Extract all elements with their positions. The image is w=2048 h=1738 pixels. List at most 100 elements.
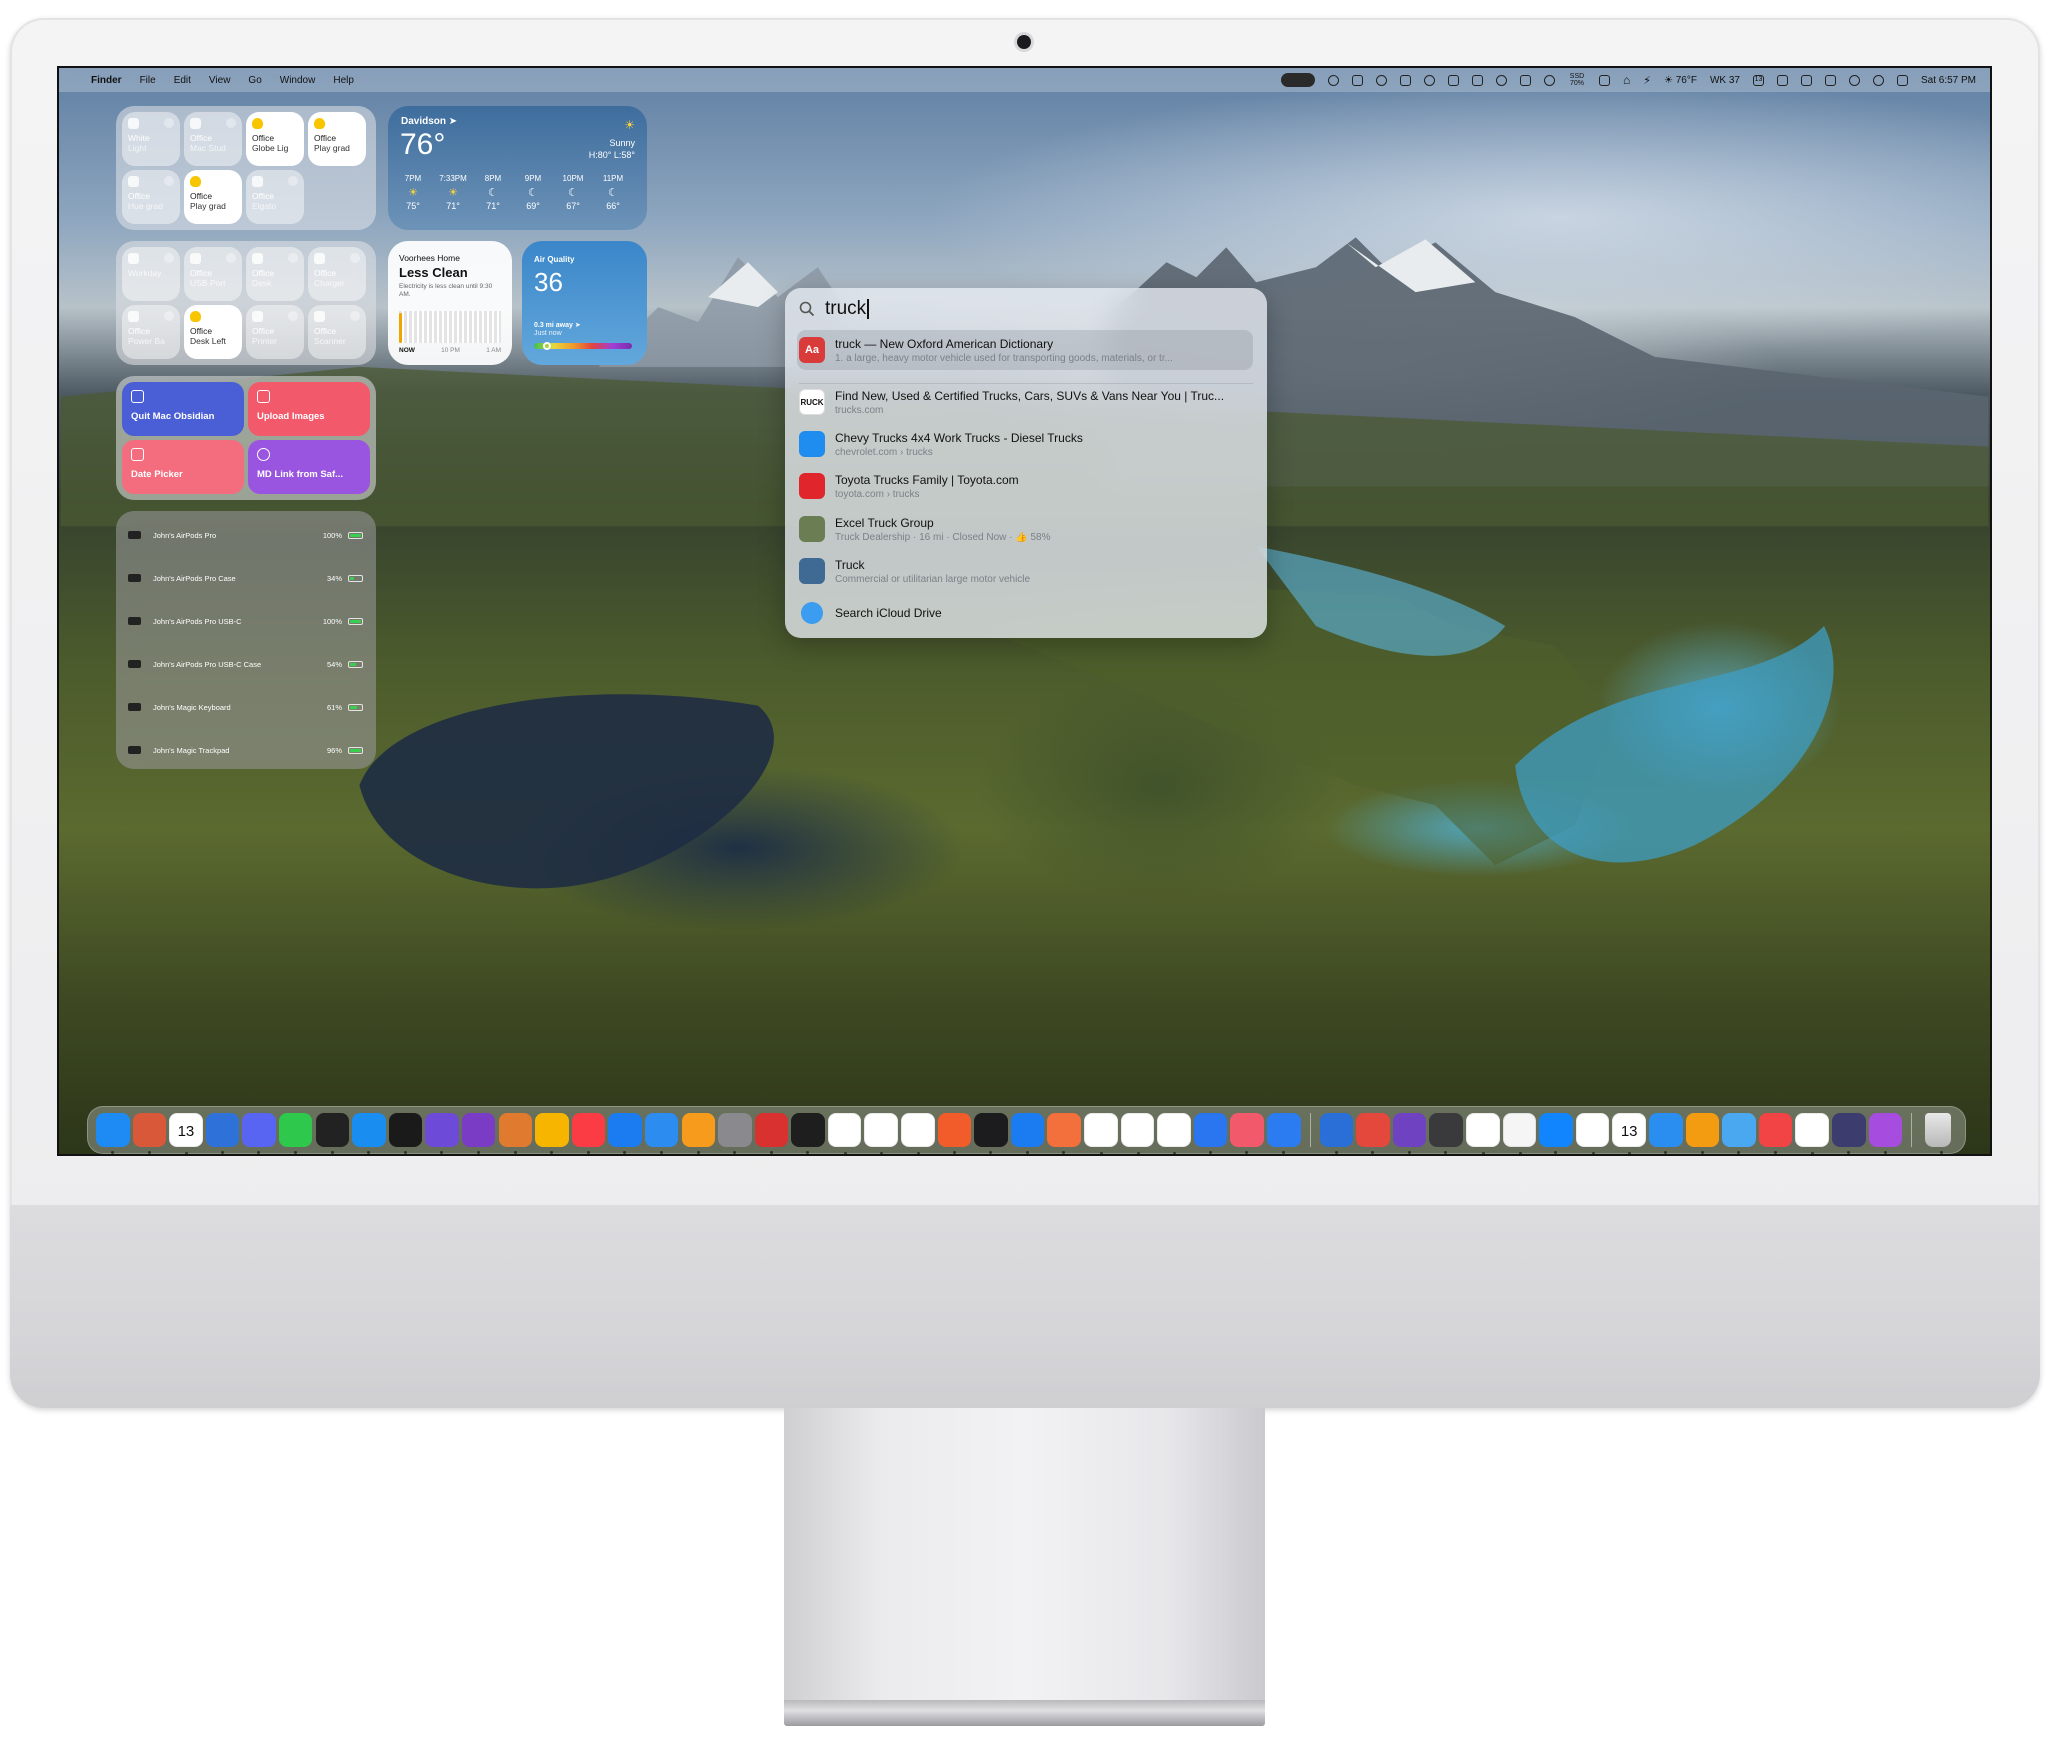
weather-widget[interactable]: Davidson ➤ 76° ☀ Sunny H:80° L:58° 7PM ☀ 7… (388, 106, 647, 230)
dock-app-icon[interactable] (1575, 1113, 1610, 1154)
dock-app-icon[interactable] (1356, 1113, 1390, 1154)
shortcut-date-picker[interactable]: Date Picker (122, 440, 244, 494)
dock-app-icon[interactable] (1722, 1113, 1756, 1154)
dock-app-icon[interactable] (681, 1113, 715, 1154)
dock-app-icon[interactable] (1230, 1113, 1264, 1154)
dock-app-icon[interactable] (1047, 1113, 1081, 1154)
shortcut-quit-mac-obsidian[interactable]: Quit Mac Obsidian (122, 382, 244, 436)
dock-app-icon[interactable] (242, 1113, 276, 1154)
grid-icon[interactable] (1800, 74, 1812, 86)
calendar-icon[interactable]: 13 (1752, 74, 1764, 86)
dock-app-icon[interactable] (96, 1113, 130, 1154)
menu-app-name[interactable]: Finder (91, 75, 122, 86)
dock-app-icon[interactable] (1010, 1113, 1045, 1154)
calendar-app-icon[interactable]: 13 (169, 1113, 203, 1154)
dock-app-icon[interactable] (498, 1113, 533, 1154)
dock-app-icon[interactable] (718, 1113, 752, 1154)
calendar-app-icon[interactable]: 13 (1612, 1113, 1646, 1154)
dock-app-icon[interactable] (205, 1113, 240, 1154)
dock-app-icon[interactable] (791, 1113, 825, 1154)
home-accessory-tile[interactable]: Office Scanner (308, 305, 366, 359)
home-accessory-tile[interactable]: Office Play grad (184, 170, 242, 224)
shortcut-md-link[interactable]: MD Link from Saf... (248, 440, 370, 494)
dock-app-icon[interactable] (754, 1113, 789, 1154)
status-icon[interactable] (1471, 74, 1483, 86)
status-icon[interactable] (1824, 74, 1836, 86)
menu-edit[interactable]: Edit (174, 75, 191, 86)
spotlight-result[interactable]: Excel Truck Group Truck Dealership · 16 m… (797, 509, 1253, 549)
dock-app-icon[interactable] (1319, 1113, 1354, 1154)
dock-app-icon[interactable] (1466, 1113, 1500, 1154)
home-accessory-tile[interactable]: Office Desk (246, 247, 304, 301)
status-icon[interactable] (1447, 74, 1459, 86)
air-quality-widget[interactable]: Air Quality 36 0.3 mi away ➤ Just now (522, 241, 647, 365)
shortcut-upload-images[interactable]: Upload Images (248, 382, 370, 436)
spotlight-result[interactable]: Toyota Trucks Family | Toyota.com toyota.… (797, 466, 1253, 506)
dock-app-icon[interactable] (461, 1113, 496, 1154)
home-accessory-tile[interactable]: Office Power Ba (122, 305, 180, 359)
menu-view[interactable]: View (209, 75, 231, 86)
home-accessory-tile[interactable]: Office Hue grad (122, 170, 180, 224)
dock-app-icon[interactable] (1832, 1113, 1866, 1154)
dock-app-icon[interactable] (535, 1113, 569, 1154)
dock-app-icon[interactable] (1084, 1113, 1118, 1154)
status-icon[interactable] (1495, 74, 1507, 86)
home-icon[interactable]: ⌂ (1623, 73, 1630, 87)
dock-app-icon[interactable] (388, 1113, 423, 1154)
home-accessory-tile[interactable]: Office Globe Lig (246, 112, 304, 166)
status-icon[interactable] (1351, 74, 1363, 86)
dock-app-icon[interactable] (974, 1113, 1008, 1154)
dock-app-icon[interactable] (315, 1113, 350, 1154)
status-pill-icon[interactable] (1280, 73, 1315, 87)
status-icon[interactable] (1399, 74, 1411, 86)
status-icon[interactable] (1776, 74, 1788, 86)
menu-list-icon[interactable] (1598, 74, 1610, 86)
dock-app-icon[interactable] (827, 1113, 862, 1154)
status-icon[interactable] (1423, 74, 1435, 86)
menu-help[interactable]: Help (333, 75, 354, 86)
status-icon[interactable] (1519, 74, 1531, 86)
menu-go[interactable]: Go (248, 75, 261, 86)
dock-app-icon[interactable] (608, 1113, 642, 1154)
home-accessory-tile[interactable]: Office Elgato (246, 170, 304, 224)
dock-app-icon[interactable] (1758, 1113, 1793, 1154)
dock-app-icon[interactable] (278, 1113, 313, 1154)
menu-file[interactable]: File (140, 75, 156, 86)
menu-window[interactable]: Window (280, 75, 316, 86)
dock-app-icon[interactable] (1868, 1113, 1903, 1154)
dock-app-icon[interactable] (425, 1113, 459, 1154)
dock-app-icon[interactable] (1795, 1113, 1829, 1154)
menubar-clock[interactable]: Sat 6:57 PM (1921, 75, 1976, 86)
week-number[interactable]: WK 37 (1710, 75, 1740, 86)
spotlight-result[interactable]: Aa truck — New Oxford American Dictionary… (797, 330, 1253, 370)
spotlight-result[interactable]: RUCK Find New, Used & Certified Trucks, C… (797, 382, 1253, 422)
spotlight-result[interactable]: Chevy Trucks 4x4 Work Trucks - Diesel Tr… (797, 424, 1253, 464)
spotlight-result[interactable]: Truck Commercial or utilitarian large mot… (797, 551, 1253, 591)
home-accessory-tile[interactable]: Office Mac Stud (184, 112, 242, 166)
status-icon[interactable] (1375, 74, 1387, 86)
dock-app-icon[interactable] (132, 1113, 167, 1154)
home-accessory-tile[interactable]: Office USB Port (184, 247, 242, 301)
status-icon[interactable] (1543, 74, 1555, 86)
home-accessory-tile[interactable]: Office Desk Left (184, 305, 242, 359)
clock-icon[interactable] (1872, 74, 1884, 86)
dock-app-icon[interactable] (1267, 1113, 1301, 1154)
clean-energy-widget[interactable]: Voorhees Home Less Clean Electricity is … (388, 241, 512, 365)
dock-app-icon[interactable] (937, 1113, 972, 1154)
spotlight-query[interactable]: truck (825, 298, 869, 320)
spotlight-result[interactable]: Search iCloud Drive (797, 593, 1253, 633)
dock-app-icon[interactable] (1539, 1113, 1573, 1154)
play-icon[interactable] (1848, 74, 1860, 86)
dock-app-icon[interactable] (1502, 1113, 1537, 1154)
status-icon[interactable] (1327, 74, 1339, 86)
dock-app-icon[interactable] (1120, 1113, 1155, 1154)
spotlight-search-field[interactable]: truck (799, 296, 869, 322)
dock-app-icon[interactable] (864, 1113, 898, 1154)
dock-app-icon[interactable] (1649, 1113, 1683, 1154)
dock-app-icon[interactable] (1157, 1113, 1191, 1154)
home-accessory-tile[interactable]: White Light (122, 112, 180, 166)
bolt-icon[interactable]: ⚡ (1643, 74, 1651, 87)
home-accessory-tile[interactable]: Workday (122, 247, 180, 301)
weather-status[interactable]: ☀ 76°F (1664, 75, 1697, 86)
dock-app-icon[interactable] (1392, 1113, 1427, 1154)
